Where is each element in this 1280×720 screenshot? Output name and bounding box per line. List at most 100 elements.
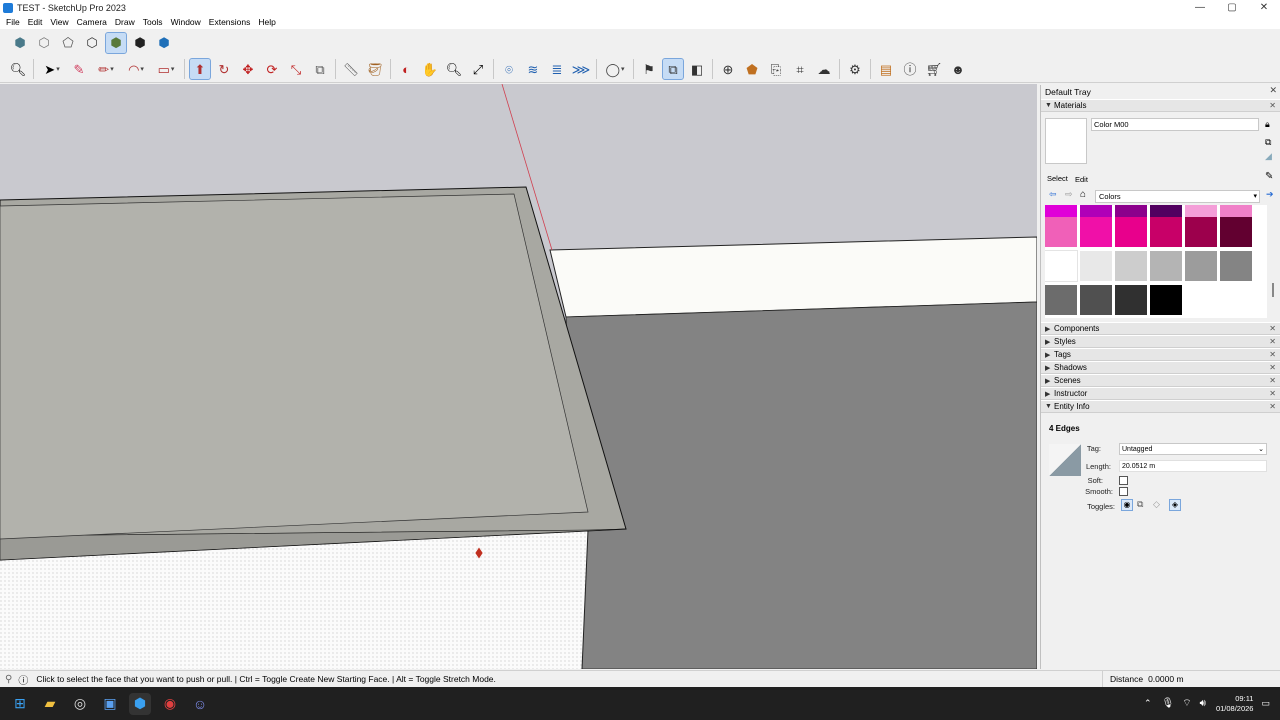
menu-window[interactable]: Window <box>167 17 205 27</box>
panel-tags[interactable]: ▶ Tags ✕ <box>1041 348 1280 361</box>
visibility-toggle-icon[interactable]: ◉ <box>1121 499 1133 511</box>
slab-inner-face[interactable] <box>0 193 589 540</box>
preferences-icon[interactable]: ⚙ <box>845 59 865 79</box>
chrome-icon[interactable]: ◉ <box>159 693 181 715</box>
panel-close-icon[interactable]: ✕ <box>1269 337 1276 346</box>
material-swatch[interactable] <box>1080 285 1112 315</box>
layout-icon[interactable]: ≣ <box>547 59 567 79</box>
panel-shadows[interactable]: ▶ Shadows ✕ <box>1041 361 1280 374</box>
material-swatch[interactable] <box>1045 285 1077 315</box>
collection-dropdown[interactable]: Colors ▾ <box>1095 190 1260 203</box>
material-swatch[interactable] <box>1150 217 1182 247</box>
panel-close-icon[interactable]: ✕ <box>1269 402 1276 411</box>
solid-tools-icon[interactable]: ⌗ <box>790 59 810 79</box>
offset-icon[interactable]: ⧉ <box>310 59 330 79</box>
push-pull-icon[interactable]: ⬆ <box>189 58 211 80</box>
panel-components[interactable]: ▶ Components ✕ <box>1041 322 1280 335</box>
panel-close-icon[interactable]: ✕ <box>1269 376 1276 385</box>
cast-shadow-toggle-icon[interactable]: ⧉ <box>1137 499 1143 510</box>
tray-icon[interactable]: ⧉ <box>662 58 684 80</box>
panel-close-icon[interactable]: ✕ <box>1269 389 1276 398</box>
maximize-button[interactable]: ▢ <box>1216 0 1248 15</box>
wireframe-style-icon[interactable]: ⬠ <box>58 33 78 53</box>
pan-icon[interactable]: ✋ <box>420 59 440 79</box>
tape-measure-icon[interactable]: 📏︎ <box>341 59 361 79</box>
app-notification-icon[interactable]: ▣ <box>99 693 121 715</box>
extension-warehouse-icon[interactable]: ≋ <box>523 59 543 79</box>
menu-help[interactable]: Help <box>254 17 279 27</box>
panel-close-icon[interactable]: ✕ <box>1269 363 1276 372</box>
details-arrow-icon[interactable]: ➔ <box>1266 189 1274 200</box>
app-icon[interactable]: ◎ <box>69 693 91 715</box>
paint-bucket-icon[interactable]: 🪣︎ <box>365 59 385 79</box>
resize-handle-icon[interactable]: ◢ <box>1265 151 1272 162</box>
shaded-textures-style-icon[interactable]: ⬢ <box>130 33 150 53</box>
tag-dropdown[interactable]: Untagged ⌄ <box>1119 443 1267 455</box>
material-swatch[interactable] <box>1220 217 1252 247</box>
swatch-scrollbar[interactable] <box>1272 283 1274 297</box>
materials-panel-header[interactable]: ▼ Materials ✕ <box>1041 99 1280 112</box>
sketchup-taskbar-icon[interactable]: ⬢ <box>129 692 151 715</box>
menu-extensions[interactable]: Extensions <box>205 17 255 27</box>
3d-warehouse-icon[interactable]: ⌾ <box>499 59 519 79</box>
clock-time[interactable]: 09:11 <box>1216 694 1253 704</box>
panel-close-icon[interactable]: ✕ <box>1269 350 1276 359</box>
instructor-icon[interactable]: ⓘ <box>900 59 920 79</box>
discord-icon[interactable]: ☺ <box>189 693 211 715</box>
soft-checkbox[interactable] <box>1119 476 1128 485</box>
length-field[interactable]: 20.0512 m <box>1119 460 1267 472</box>
tab-edit[interactable]: Edit <box>1075 175 1088 184</box>
back-arrow-icon[interactable]: ⇦ <box>1049 189 1057 200</box>
tab-select[interactable]: Select <box>1047 174 1068 183</box>
panel-instructor[interactable]: ▶ Instructor ✕ <box>1041 387 1280 400</box>
receive-shadow-toggle-icon[interactable]: ◇ <box>1153 499 1160 510</box>
clock-date[interactable]: 01/08/2026 <box>1216 704 1254 714</box>
menu-file[interactable]: File <box>2 17 24 27</box>
model-info-icon[interactable]: ⚑ <box>639 59 659 79</box>
menu-tools[interactable]: Tools <box>139 17 167 27</box>
profile-icon[interactable]: ☻ <box>948 59 968 79</box>
orbit-icon[interactable]: ◐ <box>396 59 416 79</box>
rotate-icon[interactable]: ⟳ <box>262 59 282 79</box>
microphone-icon[interactable]: 🎙︎ <box>1162 698 1175 709</box>
notifications-icon[interactable]: ▭ <box>1261 698 1270 709</box>
material-swatch[interactable] <box>1150 251 1182 281</box>
shape-tool-icon[interactable]: ▭ <box>153 59 179 79</box>
minimize-button[interactable]: — <box>1184 0 1216 15</box>
monochrome-style-icon[interactable]: ⬢ <box>154 33 174 53</box>
material-swatch[interactable] <box>1045 250 1078 282</box>
material-swatch[interactable] <box>1080 251 1112 281</box>
zoom-extents-icon[interactable]: ⤢ <box>468 59 488 79</box>
chevron-up-icon[interactable]: ⌃ <box>1144 698 1152 709</box>
windows-start-icon[interactable]: ⊞ <box>9 693 31 715</box>
add-location-icon[interactable]: ⊕ <box>718 59 738 79</box>
search-icon[interactable]: 🔍︎ <box>8 59 28 79</box>
file-explorer-icon[interactable]: ▰ <box>39 693 61 715</box>
hidden-line-style-icon[interactable]: ⬡ <box>82 33 102 53</box>
arc-tool-icon[interactable]: ◠ <box>123 59 149 79</box>
panel-close-icon[interactable]: ✕ <box>1269 324 1276 333</box>
menu-view[interactable]: View <box>46 17 72 27</box>
info-icon[interactable]: ⓘ <box>18 672 28 687</box>
lock-toggle-icon[interactable]: ◈ <box>1169 499 1181 511</box>
forward-arrow-icon[interactable]: ⇨ <box>1065 189 1073 200</box>
material-swatch[interactable] <box>1220 251 1252 281</box>
panel-scenes[interactable]: ▶ Scenes ✕ <box>1041 374 1280 387</box>
menu-edit[interactable]: Edit <box>24 17 47 27</box>
lock-icon[interactable]: 🔒︎ <box>1265 119 1270 130</box>
menu-camera[interactable]: Camera <box>73 17 111 27</box>
tray-close-icon[interactable]: ✕ <box>1269 85 1277 96</box>
close-button[interactable]: ✕ <box>1248 0 1280 15</box>
model-viewport[interactable] <box>0 84 1037 669</box>
smooth-checkbox[interactable] <box>1119 487 1128 496</box>
material-swatch[interactable] <box>1115 285 1147 315</box>
xray-style-icon[interactable]: ⬢ <box>10 33 30 53</box>
sandbox-icon[interactable]: ⬟ <box>742 59 762 79</box>
material-swatch[interactable] <box>1115 251 1147 281</box>
menu-draw[interactable]: Draw <box>111 17 139 27</box>
material-swatch[interactable] <box>1045 217 1077 247</box>
zoom-icon[interactable]: 🔍︎ <box>444 59 464 79</box>
material-swatch[interactable] <box>1150 285 1182 315</box>
material-swatch[interactable] <box>1115 217 1147 247</box>
wifi-icon[interactable]: ⌔ <box>1182 697 1191 710</box>
